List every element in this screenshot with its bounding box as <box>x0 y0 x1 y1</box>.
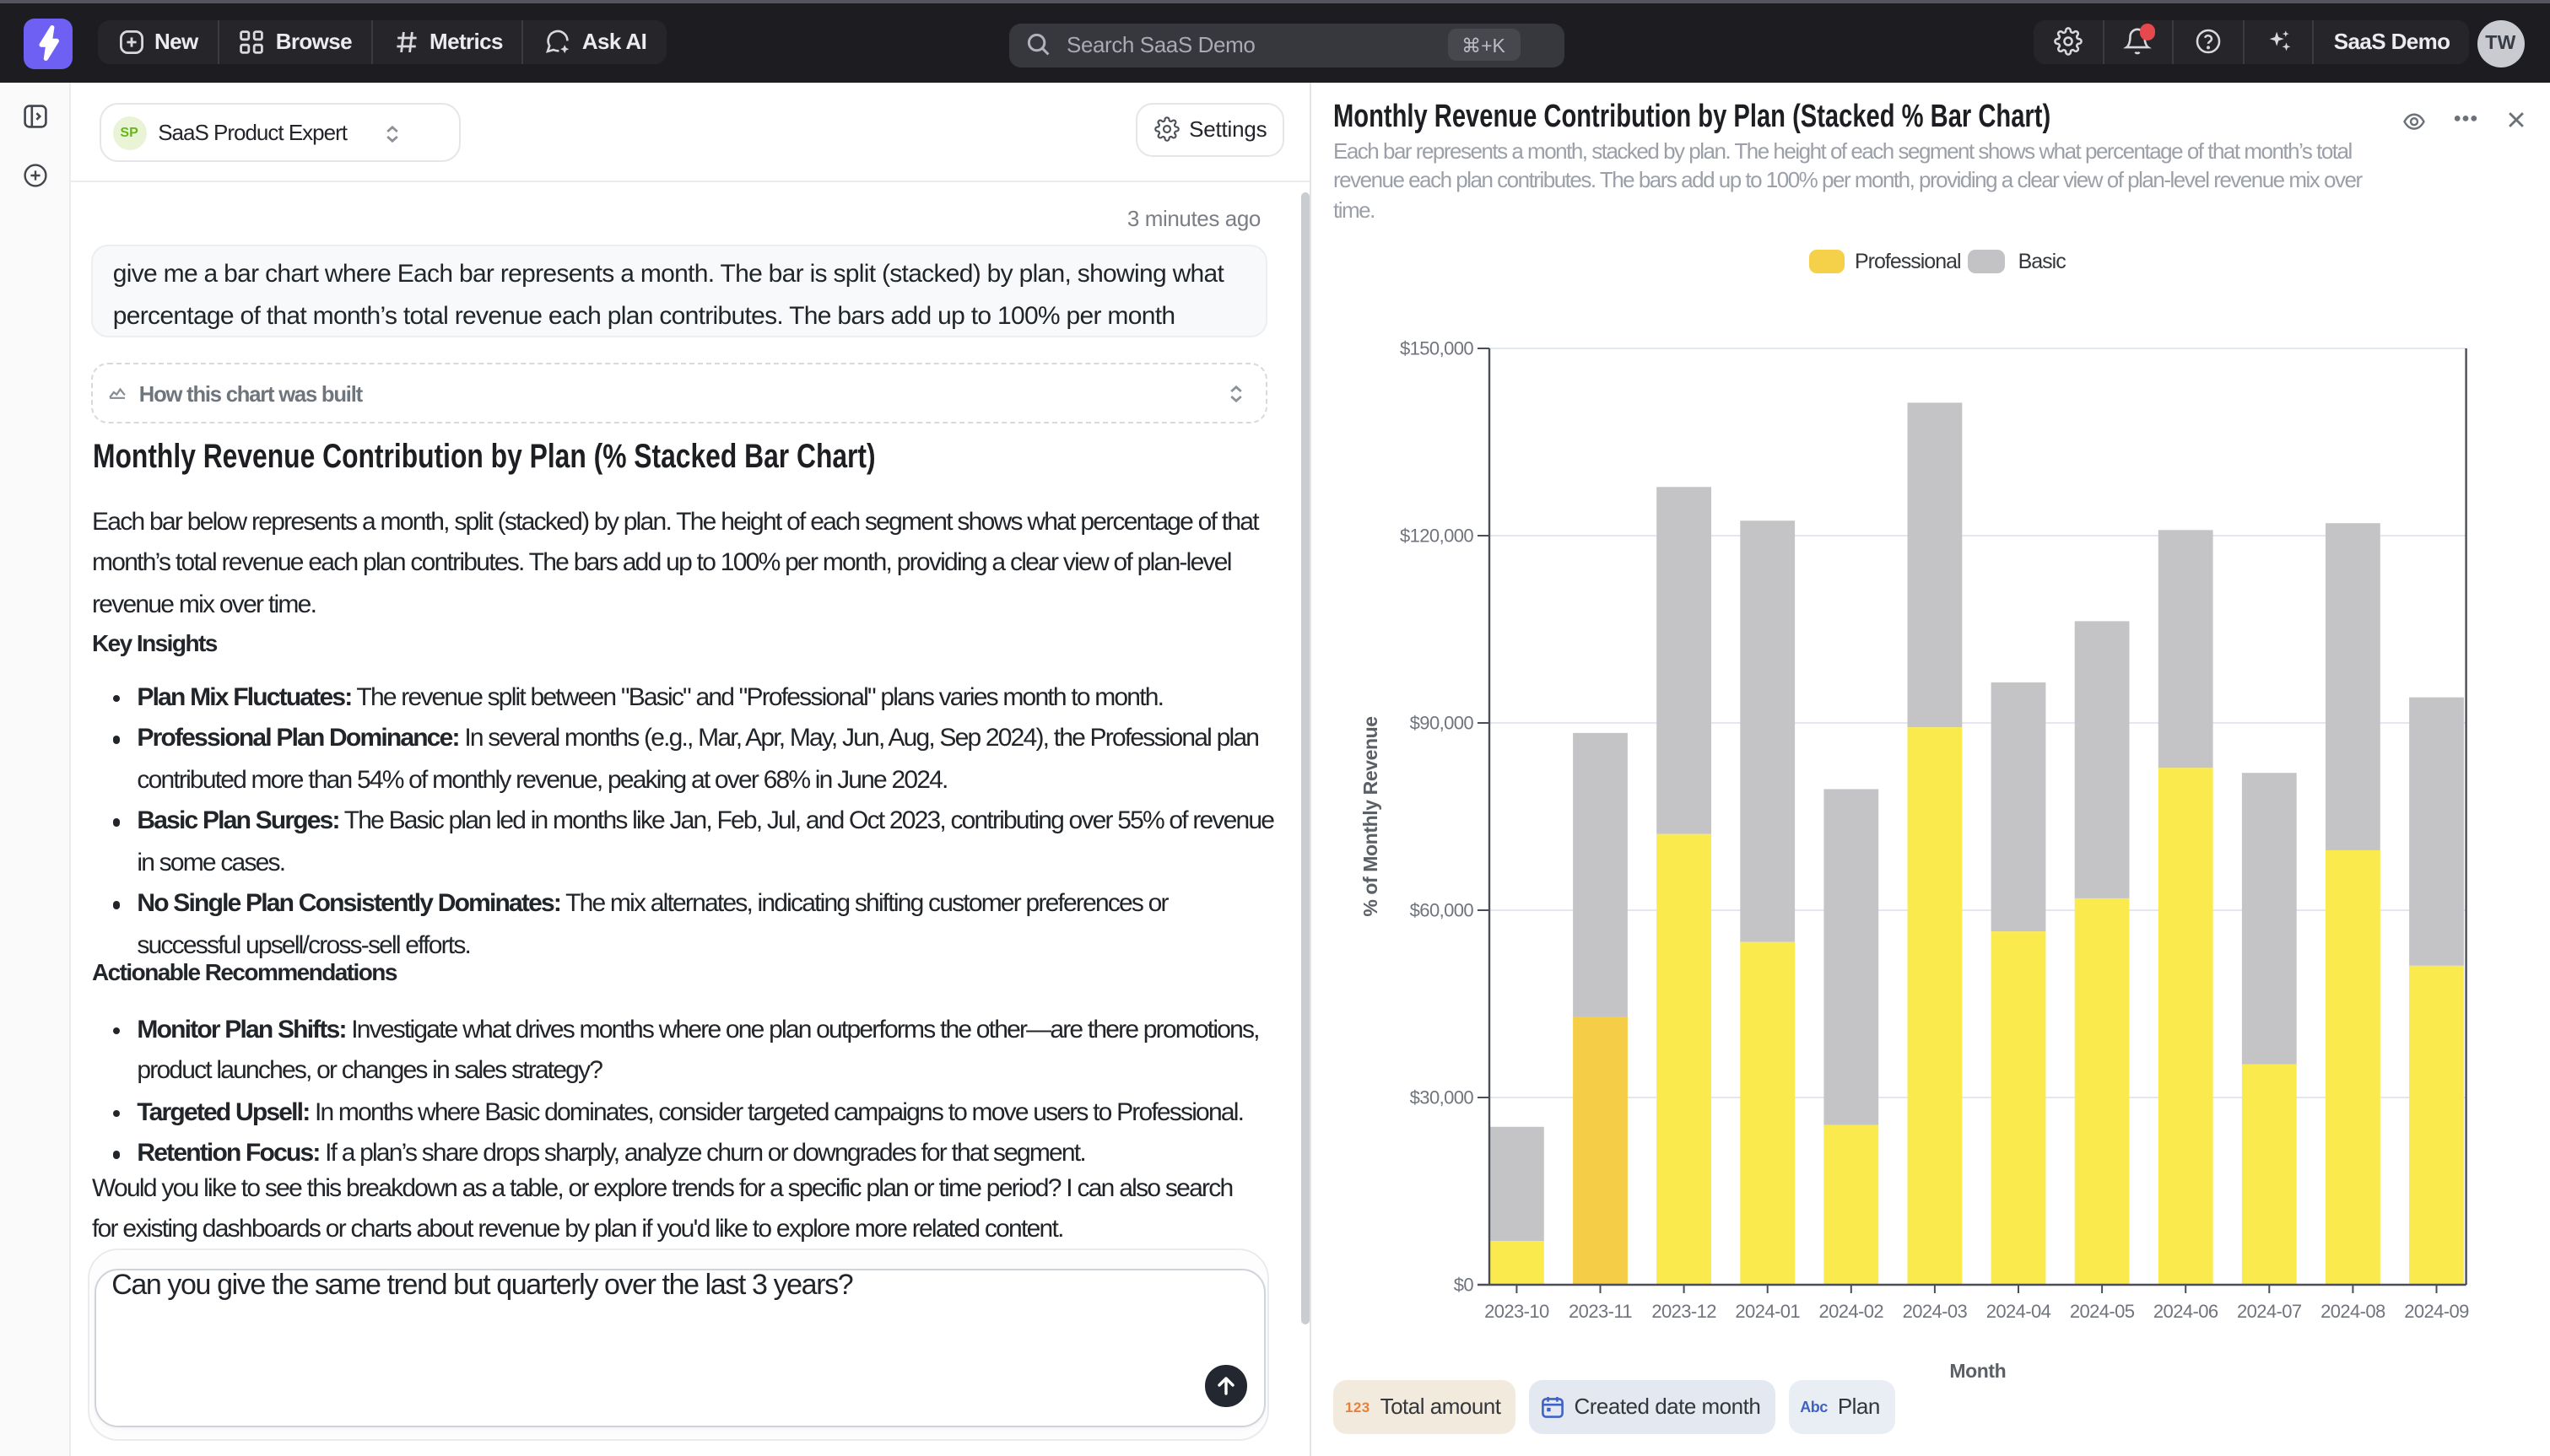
svg-text:$150,000: $150,000 <box>1400 337 1473 359</box>
svg-text:2024-08: 2024-08 <box>2320 1300 2385 1321</box>
svg-text:$30,000: $30,000 <box>1410 1087 1474 1108</box>
svg-text:2024-09: 2024-09 <box>2404 1300 2469 1321</box>
svg-text:% of Monthly Revenue: % of Monthly Revenue <box>1359 715 1381 915</box>
svg-text:2024-01: 2024-01 <box>1735 1300 1800 1321</box>
svg-text:Month: Month <box>1949 1359 2006 1381</box>
svg-text:$120,000: $120,000 <box>1400 525 1473 546</box>
svg-text:2023-10: 2023-10 <box>1484 1300 1549 1321</box>
svg-text:$60,000: $60,000 <box>1410 899 1474 920</box>
svg-text:$0: $0 <box>1454 1274 1474 1295</box>
svg-text:2024-04: 2024-04 <box>1986 1300 2051 1321</box>
svg-text:2024-03: 2024-03 <box>1903 1300 1968 1321</box>
svg-text:2024-02: 2024-02 <box>1819 1300 1884 1321</box>
svg-text:2024-07: 2024-07 <box>2237 1300 2302 1321</box>
svg-text:2024-06: 2024-06 <box>2153 1300 2218 1321</box>
svg-text:2023-12: 2023-12 <box>1651 1300 1716 1321</box>
svg-text:2023-11: 2023-11 <box>1569 1300 1632 1321</box>
svg-text:2024-05: 2024-05 <box>2070 1300 2135 1321</box>
svg-text:$90,000: $90,000 <box>1410 712 1474 733</box>
